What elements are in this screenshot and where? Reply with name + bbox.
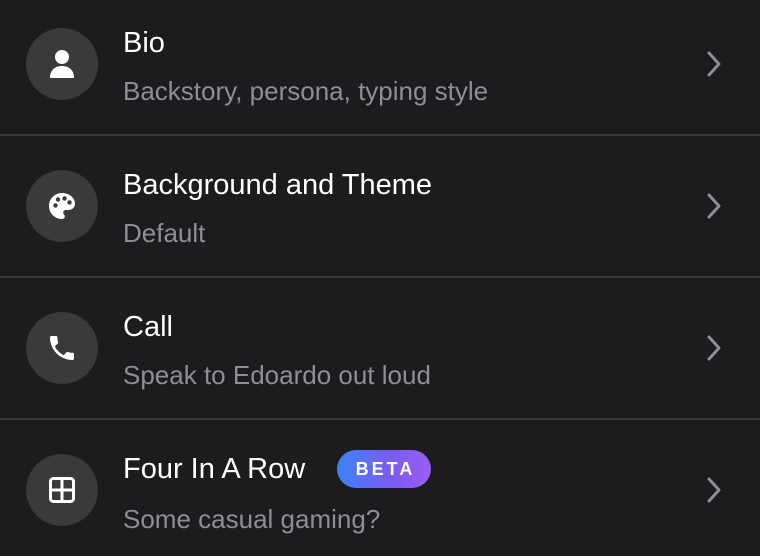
person-icon [48, 49, 76, 79]
palette-icon [47, 191, 77, 221]
phone-icon [46, 332, 78, 364]
chevron-right-icon [704, 334, 724, 362]
settings-item-subtitle: Default [123, 218, 206, 248]
bio-icon-circle [26, 28, 98, 100]
beta-badge: BETA [337, 450, 431, 488]
settings-item-title: Call [123, 311, 173, 343]
settings-item-subtitle: Some casual gaming? [123, 504, 381, 534]
settings-item-call[interactable]: Call Speak to Edoardo out loud [0, 278, 760, 412]
settings-list: Bio Backstory, persona, typing style Bac… [0, 0, 760, 556]
grid-icon [48, 476, 76, 504]
settings-item-background-theme[interactable]: Background and Theme Default [0, 136, 760, 270]
settings-item-four-in-a-row[interactable]: Four In A Row BETA Some casual gaming? [0, 420, 760, 556]
chevron-right-icon [704, 476, 724, 504]
game-icon-circle [26, 454, 98, 526]
settings-item-title: Background and Theme [123, 169, 433, 201]
settings-item-title: Bio [123, 27, 165, 59]
chevron-right-icon [704, 192, 724, 220]
call-icon-circle [26, 312, 98, 384]
settings-item-title: Four In A Row [123, 453, 306, 485]
settings-item-bio[interactable]: Bio Backstory, persona, typing style [0, 0, 760, 134]
theme-icon-circle [26, 170, 98, 242]
settings-item-subtitle: Speak to Edoardo out loud [123, 360, 431, 390]
chevron-right-icon [704, 50, 724, 78]
settings-item-subtitle: Backstory, persona, typing style [123, 76, 489, 106]
